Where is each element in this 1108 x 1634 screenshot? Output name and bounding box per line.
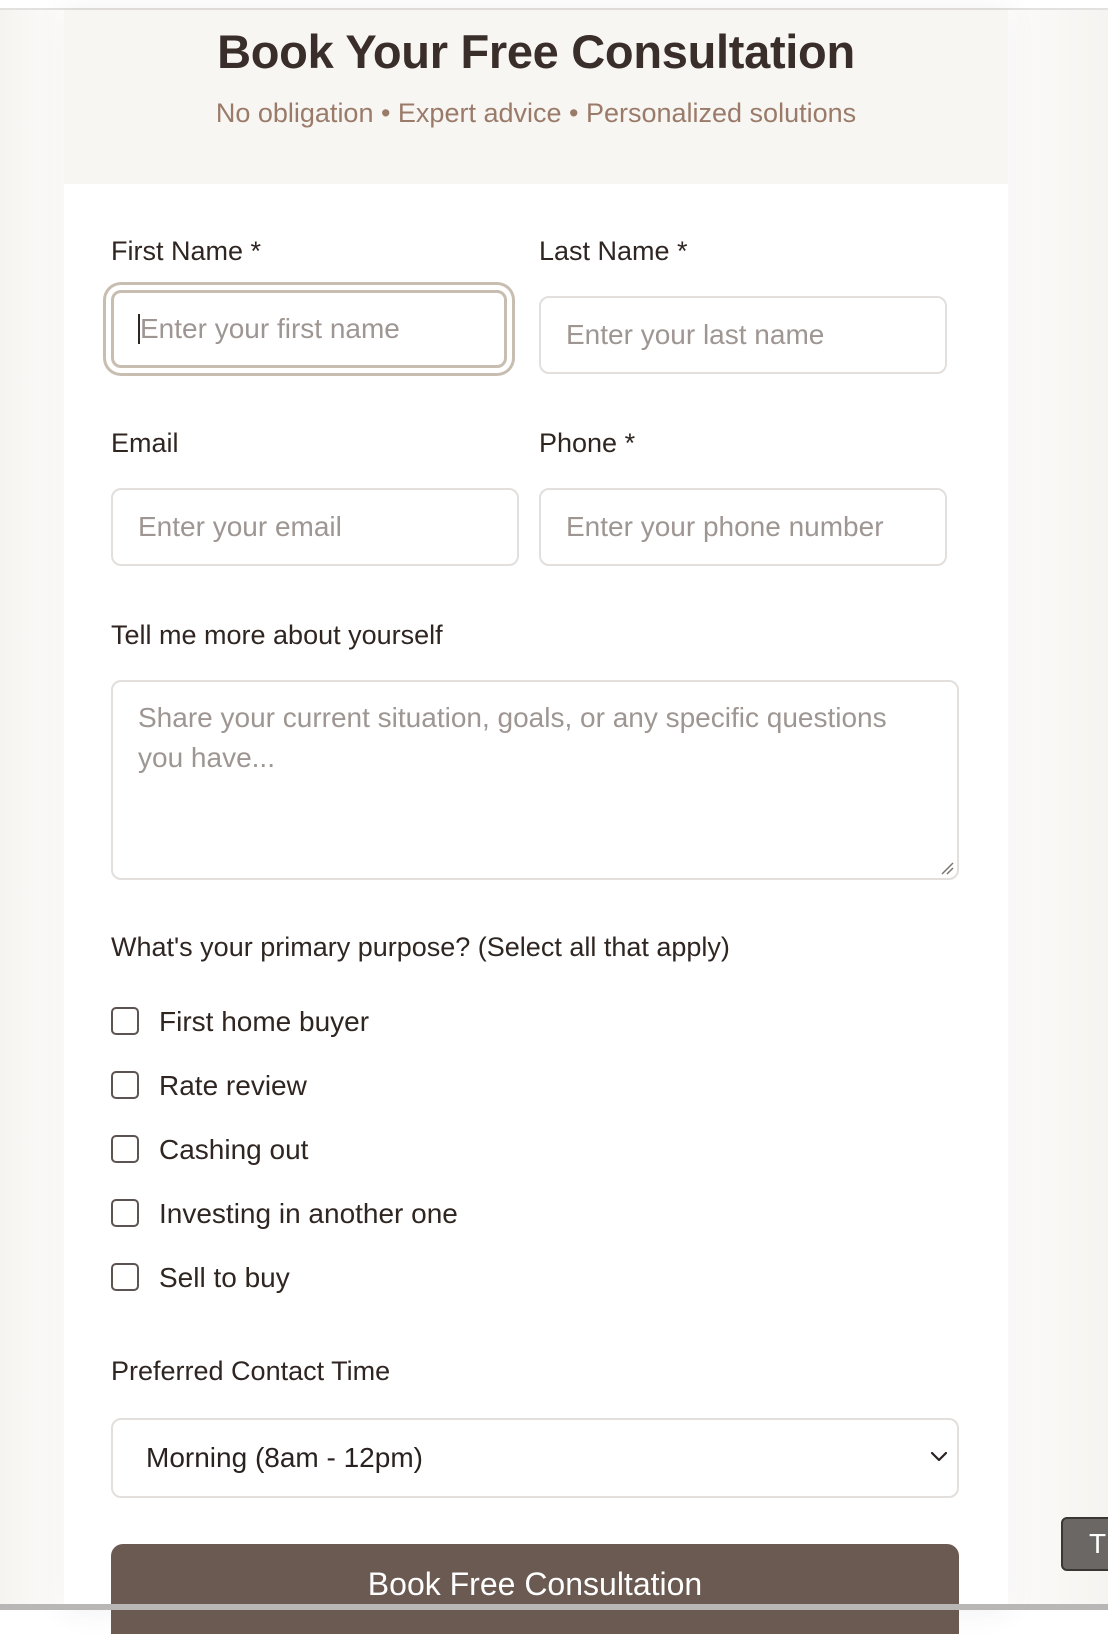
about-placeholder: Share your current situation, goals, or … xyxy=(138,702,887,773)
about-label: Tell me more about yourself xyxy=(111,620,443,650)
last-name-input[interactable]: Enter your last name xyxy=(539,296,947,374)
resize-grip-icon[interactable] xyxy=(940,861,954,875)
purpose-label: What's your primary purpose? (Select all… xyxy=(111,932,730,962)
email-placeholder: Enter your email xyxy=(138,511,342,542)
floating-widget-button[interactable]: T xyxy=(1061,1517,1108,1571)
checkbox[interactable] xyxy=(111,1135,139,1163)
last-name-label: Last Name * xyxy=(539,236,688,266)
consultation-form-card: Book Your Free Consultation No obligatio… xyxy=(64,10,1008,1634)
first-name-input[interactable]: Enter your first name xyxy=(111,290,507,368)
phone-label: Phone * xyxy=(539,428,636,458)
page-title: Book Your Free Consultation xyxy=(217,25,855,78)
checkbox-label: Investing in another one xyxy=(159,1198,458,1229)
chevron-down-icon xyxy=(930,1451,948,1462)
text-caret xyxy=(138,313,140,344)
contact-time-label: Preferred Contact Time xyxy=(111,1356,391,1386)
contact-time-selected-value: Morning (8am - 12pm) xyxy=(146,1442,423,1473)
phone-placeholder: Enter your phone number xyxy=(566,511,884,542)
first-name-placeholder: Enter your first name xyxy=(140,313,400,344)
phone-input[interactable]: Enter your phone number xyxy=(539,488,947,566)
page-subtitle: No obligation • Expert advice • Personal… xyxy=(215,98,857,128)
about-textarea[interactable]: Share your current situation, goals, or … xyxy=(111,680,959,880)
checkbox[interactable] xyxy=(111,1263,139,1291)
email-input[interactable]: Enter your email xyxy=(111,488,519,566)
last-name-placeholder: Enter your last name xyxy=(566,319,825,350)
bottom-edge-bar xyxy=(0,1604,1108,1610)
checkbox[interactable] xyxy=(111,1007,139,1035)
checkbox-label: Rate review xyxy=(159,1070,307,1101)
checkbox-label: Sell to buy xyxy=(159,1262,290,1293)
contact-time-select[interactable]: Morning (8am - 12pm) xyxy=(111,1418,959,1498)
checkbox[interactable] xyxy=(111,1199,139,1227)
email-label: Email xyxy=(111,428,179,458)
checkbox[interactable] xyxy=(111,1071,139,1099)
first-name-label: First Name * xyxy=(111,236,262,266)
form-header: Book Your Free Consultation No obligatio… xyxy=(64,10,1008,184)
checkbox-label: Cashing out xyxy=(159,1134,309,1165)
book-consultation-button[interactable]: Book Free Consultation xyxy=(111,1544,959,1634)
checkbox-label: First home buyer xyxy=(159,1006,370,1037)
